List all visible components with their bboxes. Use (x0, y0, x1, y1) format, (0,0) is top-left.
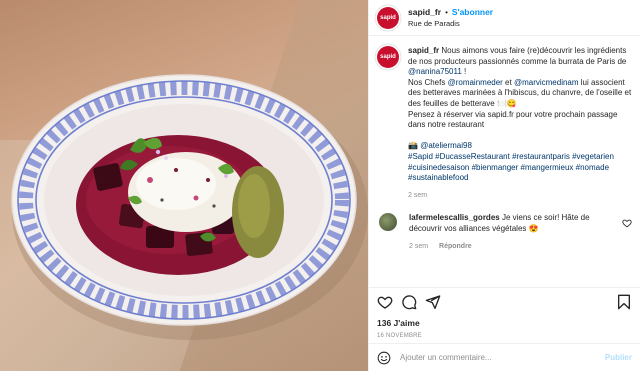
caption-line3: Pensez à réserver via sapid.fr pour votr… (408, 109, 618, 130)
caption-text: sapid_fr Nous aimons vous faire (re)déco… (408, 46, 632, 201)
comment-meta: 2 sem Répondre (409, 242, 623, 253)
follow-button[interactable]: S'abonner (452, 7, 493, 18)
post-header: sapid sapid_fr • S'abonner Rue de Paradi… (369, 0, 640, 36)
commenter-avatar[interactable] (379, 213, 397, 232)
caption-line1: Nous aimons vous faire (re)découvrir les… (408, 46, 627, 66)
separator-dot: • (445, 7, 448, 17)
instagram-post: sapid sapid_fr • S'abonner Rue de Paradi… (0, 0, 640, 371)
caption-hashtags[interactable]: #Sapid #DucasseRestaurant #restaurantpar… (408, 152, 614, 182)
comment-icon[interactable] (401, 294, 417, 310)
mention-marvicmedinam[interactable]: @marvicmedinam (514, 78, 579, 87)
add-comment-bar: Publier (369, 343, 640, 371)
likes-count[interactable]: 136 J'aime (369, 312, 640, 328)
post-photo[interactable] (0, 0, 368, 371)
caption-username[interactable]: sapid_fr (408, 46, 439, 55)
location-link[interactable]: Rue de Paradis (408, 18, 493, 29)
caption-time: 2 sem (408, 191, 428, 199)
action-bar (369, 288, 640, 312)
share-icon[interactable] (425, 294, 441, 310)
post-date: 16 novembre (377, 333, 422, 339)
publish-button[interactable]: Publier (605, 353, 632, 362)
caption-line2-mid: et (502, 77, 514, 87)
comment-time: 2 sem (409, 242, 429, 250)
emoji-icon[interactable] (377, 351, 391, 365)
caption-line1-end: ! (461, 67, 467, 77)
caption-avatar[interactable]: sapid (377, 46, 399, 68)
commenter-username[interactable]: lafermelescallis_gordes (409, 213, 500, 222)
caption-gap (408, 131, 632, 142)
comment-text: lafermelescallis_gordes Je viens ce soir… (409, 213, 623, 252)
add-comment-input[interactable] (400, 353, 605, 362)
comment-item: lafermelescallis_gordes Je viens ce soir… (377, 213, 632, 252)
caption: sapid sapid_fr Nous aimons vous faire (r… (377, 46, 632, 201)
author-avatar[interactable]: sapid (377, 6, 399, 29)
caption-line2-start: Nos Chefs (408, 77, 448, 87)
author-row: sapid_fr • S'abonner (408, 7, 493, 18)
mention-ateliermai98[interactable]: @ateliermai98 (420, 141, 472, 150)
mention-nanina[interactable]: @nanina75011 (408, 67, 462, 76)
author-username[interactable]: sapid_fr (408, 7, 441, 18)
camera-emoji: 📸 (408, 141, 418, 151)
author-info: sapid_fr • S'abonner Rue de Paradis (408, 7, 493, 29)
comment-like-heart-icon[interactable] (622, 218, 632, 228)
bookmark-icon[interactable] (616, 294, 632, 310)
heart-icon[interactable] (377, 294, 393, 310)
dish-illustration (11, 74, 368, 340)
post-footer: 136 J'aime 16 novembre Publier (369, 287, 640, 371)
comments-area: sapid sapid_fr Nous aimons vous faire (r… (369, 36, 640, 287)
post-side-panel: sapid sapid_fr • S'abonner Rue de Paradi… (368, 0, 640, 371)
reply-button[interactable]: Répondre (439, 243, 472, 250)
mention-romainmeder[interactable]: @romainmeder (448, 78, 503, 87)
